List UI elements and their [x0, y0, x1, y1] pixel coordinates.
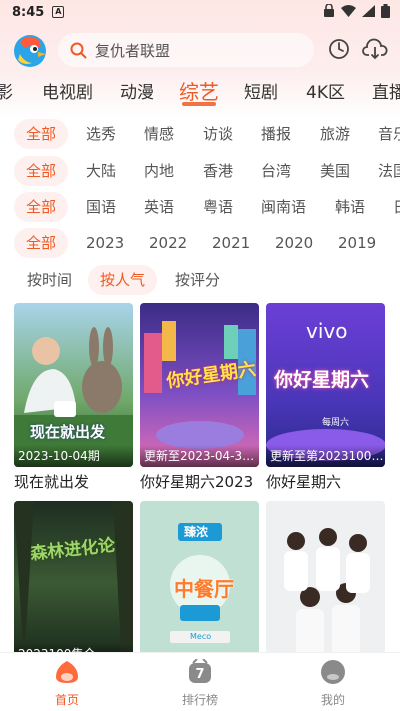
- notification-a-icon: A: [52, 6, 65, 18]
- tab-anime[interactable]: 动漫: [120, 78, 154, 103]
- poster-image: vivo 你好星期六 每周六 更新至第2023100…: [266, 303, 385, 467]
- bottom-navigation: 首页 7 排行榜 我的: [0, 652, 400, 711]
- episode-badge: 2023-10-04期: [14, 445, 133, 467]
- filter-region-taiwan[interactable]: 台湾: [261, 156, 291, 186]
- filter-year-2020[interactable]: 2020: [275, 228, 313, 258]
- media-title: 现在就出发: [14, 473, 90, 491]
- nav-home[interactable]: 首页: [27, 659, 107, 708]
- media-title: 你好星期六2023: [140, 473, 254, 491]
- filter-language-row: 全部 国语 英语 粤语 闽南语 韩语 日: [0, 192, 400, 222]
- media-card[interactable]: 现在就出发 2023-10-04期 现在就出发: [14, 303, 133, 492]
- filter-language-cantonese[interactable]: 粤语: [203, 192, 233, 222]
- filter-region-usa[interactable]: 美国: [320, 156, 350, 186]
- poster-image: 臻浓 中餐厅 Meco: [140, 501, 259, 665]
- media-card[interactable]: 你好星期六 更新至2023-04-3… 你好星期六2023: [140, 303, 259, 492]
- filter-type-travel[interactable]: 旅游: [320, 119, 350, 149]
- status-bar: 8:45 A: [0, 0, 400, 24]
- tab-4k[interactable]: 4K区: [306, 78, 345, 103]
- tab-movie-partial[interactable]: 影: [0, 78, 13, 103]
- tab-variety[interactable]: 综艺: [179, 76, 219, 105]
- media-title: 你好星期六: [266, 473, 342, 491]
- poster-image: [266, 501, 385, 665]
- poster-logo-text: 中餐厅: [174, 577, 234, 601]
- filter-language-korean[interactable]: 韩语: [335, 192, 365, 222]
- filter-language-mandarin[interactable]: 国语: [86, 192, 116, 222]
- battery-icon: [381, 4, 390, 18]
- filter-year-2019[interactable]: 2019: [338, 228, 376, 258]
- filter-region-inland[interactable]: 内地: [144, 156, 174, 186]
- poster-art: [14, 303, 133, 467]
- home-icon: [56, 661, 78, 683]
- top-bar: 复仇者联盟: [0, 30, 400, 70]
- filter-region-france[interactable]: 法国: [378, 156, 400, 186]
- category-tabs: 影 电视剧 动漫 综艺 短剧 4K区 直播: [0, 74, 400, 110]
- episode-badge: 更新至第2023100…: [266, 445, 385, 467]
- filter-year-all[interactable]: 全部: [14, 228, 69, 258]
- ranking-icon-digit: 7: [195, 667, 204, 682]
- tab-live[interactable]: 直播: [372, 78, 400, 103]
- filter-region-mainland[interactable]: 大陆: [86, 156, 116, 186]
- tab-short-drama[interactable]: 短剧: [244, 78, 278, 103]
- nav-mine[interactable]: 我的: [293, 659, 373, 708]
- signal-icon: [362, 5, 375, 17]
- poster-brand-text: 臻浓: [184, 525, 209, 539]
- filter-language-all[interactable]: 全部: [14, 192, 69, 222]
- media-card[interactable]: 臻浓 中餐厅 Meco: [140, 501, 259, 669]
- poster-image: 你好星期六 更新至2023-04-3…: [140, 303, 259, 467]
- filter-type-emotion[interactable]: 情感: [144, 119, 174, 149]
- filter-year-2021[interactable]: 2021: [212, 228, 250, 258]
- filter-type-interview[interactable]: 访谈: [203, 119, 233, 149]
- filter-type-talent[interactable]: 选秀: [86, 119, 116, 149]
- sort-by-time[interactable]: 按时间: [27, 265, 72, 295]
- download-cloud-icon[interactable]: [362, 37, 388, 61]
- poster-image: 森林进化论 2023100集全: [14, 501, 133, 665]
- poster-brand-text: vivo: [306, 319, 348, 343]
- profile-icon: [321, 660, 345, 684]
- sort-by-popularity[interactable]: 按人气: [88, 265, 158, 295]
- filter-year-2023[interactable]: 2023: [86, 228, 124, 258]
- filter-type-row: 全部 选秀 情感 访谈 播报 旅游 音乐: [0, 119, 400, 149]
- tab-tv-series[interactable]: 电视剧: [42, 78, 93, 103]
- history-icon[interactable]: [328, 38, 350, 60]
- nav-ranking-label: 排行榜: [181, 693, 218, 707]
- media-card[interactable]: 森林进化论 2023100集全: [14, 501, 133, 669]
- wifi-icon: [341, 5, 356, 17]
- poster-art: [14, 501, 133, 665]
- nav-mine-label: 我的: [320, 693, 345, 707]
- filter-region-hongkong[interactable]: 香港: [203, 156, 233, 186]
- active-tab-indicator: [182, 102, 216, 106]
- episode-badge: 更新至2023-04-3…: [140, 445, 259, 467]
- filter-year-row: 全部 2023 2022 2021 2020 2019: [0, 228, 400, 258]
- filter-language-minnan[interactable]: 闽南语: [261, 192, 306, 222]
- media-card[interactable]: [266, 501, 385, 669]
- media-card[interactable]: vivo 你好星期六 每周六 更新至第2023100… 你好星期六: [266, 303, 385, 492]
- poster-art: [266, 501, 385, 665]
- filter-type-all[interactable]: 全部: [14, 119, 69, 149]
- nav-home-label: 首页: [54, 693, 79, 707]
- filter-year-2022[interactable]: 2022: [149, 228, 187, 258]
- search-icon: [70, 42, 87, 58]
- ranking-icon: 7: [189, 658, 211, 683]
- poster-weekday-text: 每周六: [322, 418, 350, 428]
- filter-language-english[interactable]: 英语: [144, 192, 174, 222]
- sort-row: 按时间 按人气 按评分: [0, 265, 400, 295]
- status-icons: [323, 4, 390, 18]
- filter-type-broadcast[interactable]: 播报: [261, 119, 291, 149]
- status-time: 8:45: [12, 4, 45, 20]
- poster-logo-text: 现在就出发: [30, 423, 106, 441]
- search-bar[interactable]: 复仇者联盟: [58, 33, 314, 67]
- filter-region-row: 全部 大陆 内地 香港 台湾 美国 法国: [0, 156, 400, 186]
- search-placeholder: 复仇者联盟: [95, 41, 171, 60]
- sort-by-rating[interactable]: 按评分: [175, 265, 220, 295]
- nav-ranking[interactable]: 7 排行榜: [160, 658, 240, 708]
- filter-type-music[interactable]: 音乐: [378, 119, 400, 149]
- filter-region-all[interactable]: 全部: [14, 156, 69, 186]
- lock-icon: [324, 4, 334, 17]
- filter-language-japanese[interactable]: 日: [393, 192, 400, 222]
- poster-sponsor-text: Meco: [190, 632, 212, 641]
- poster-logo-text: 你好星期六: [274, 369, 370, 391]
- app-logo-icon[interactable]: [12, 32, 48, 68]
- poster-image: 现在就出发 2023-10-04期: [14, 303, 133, 467]
